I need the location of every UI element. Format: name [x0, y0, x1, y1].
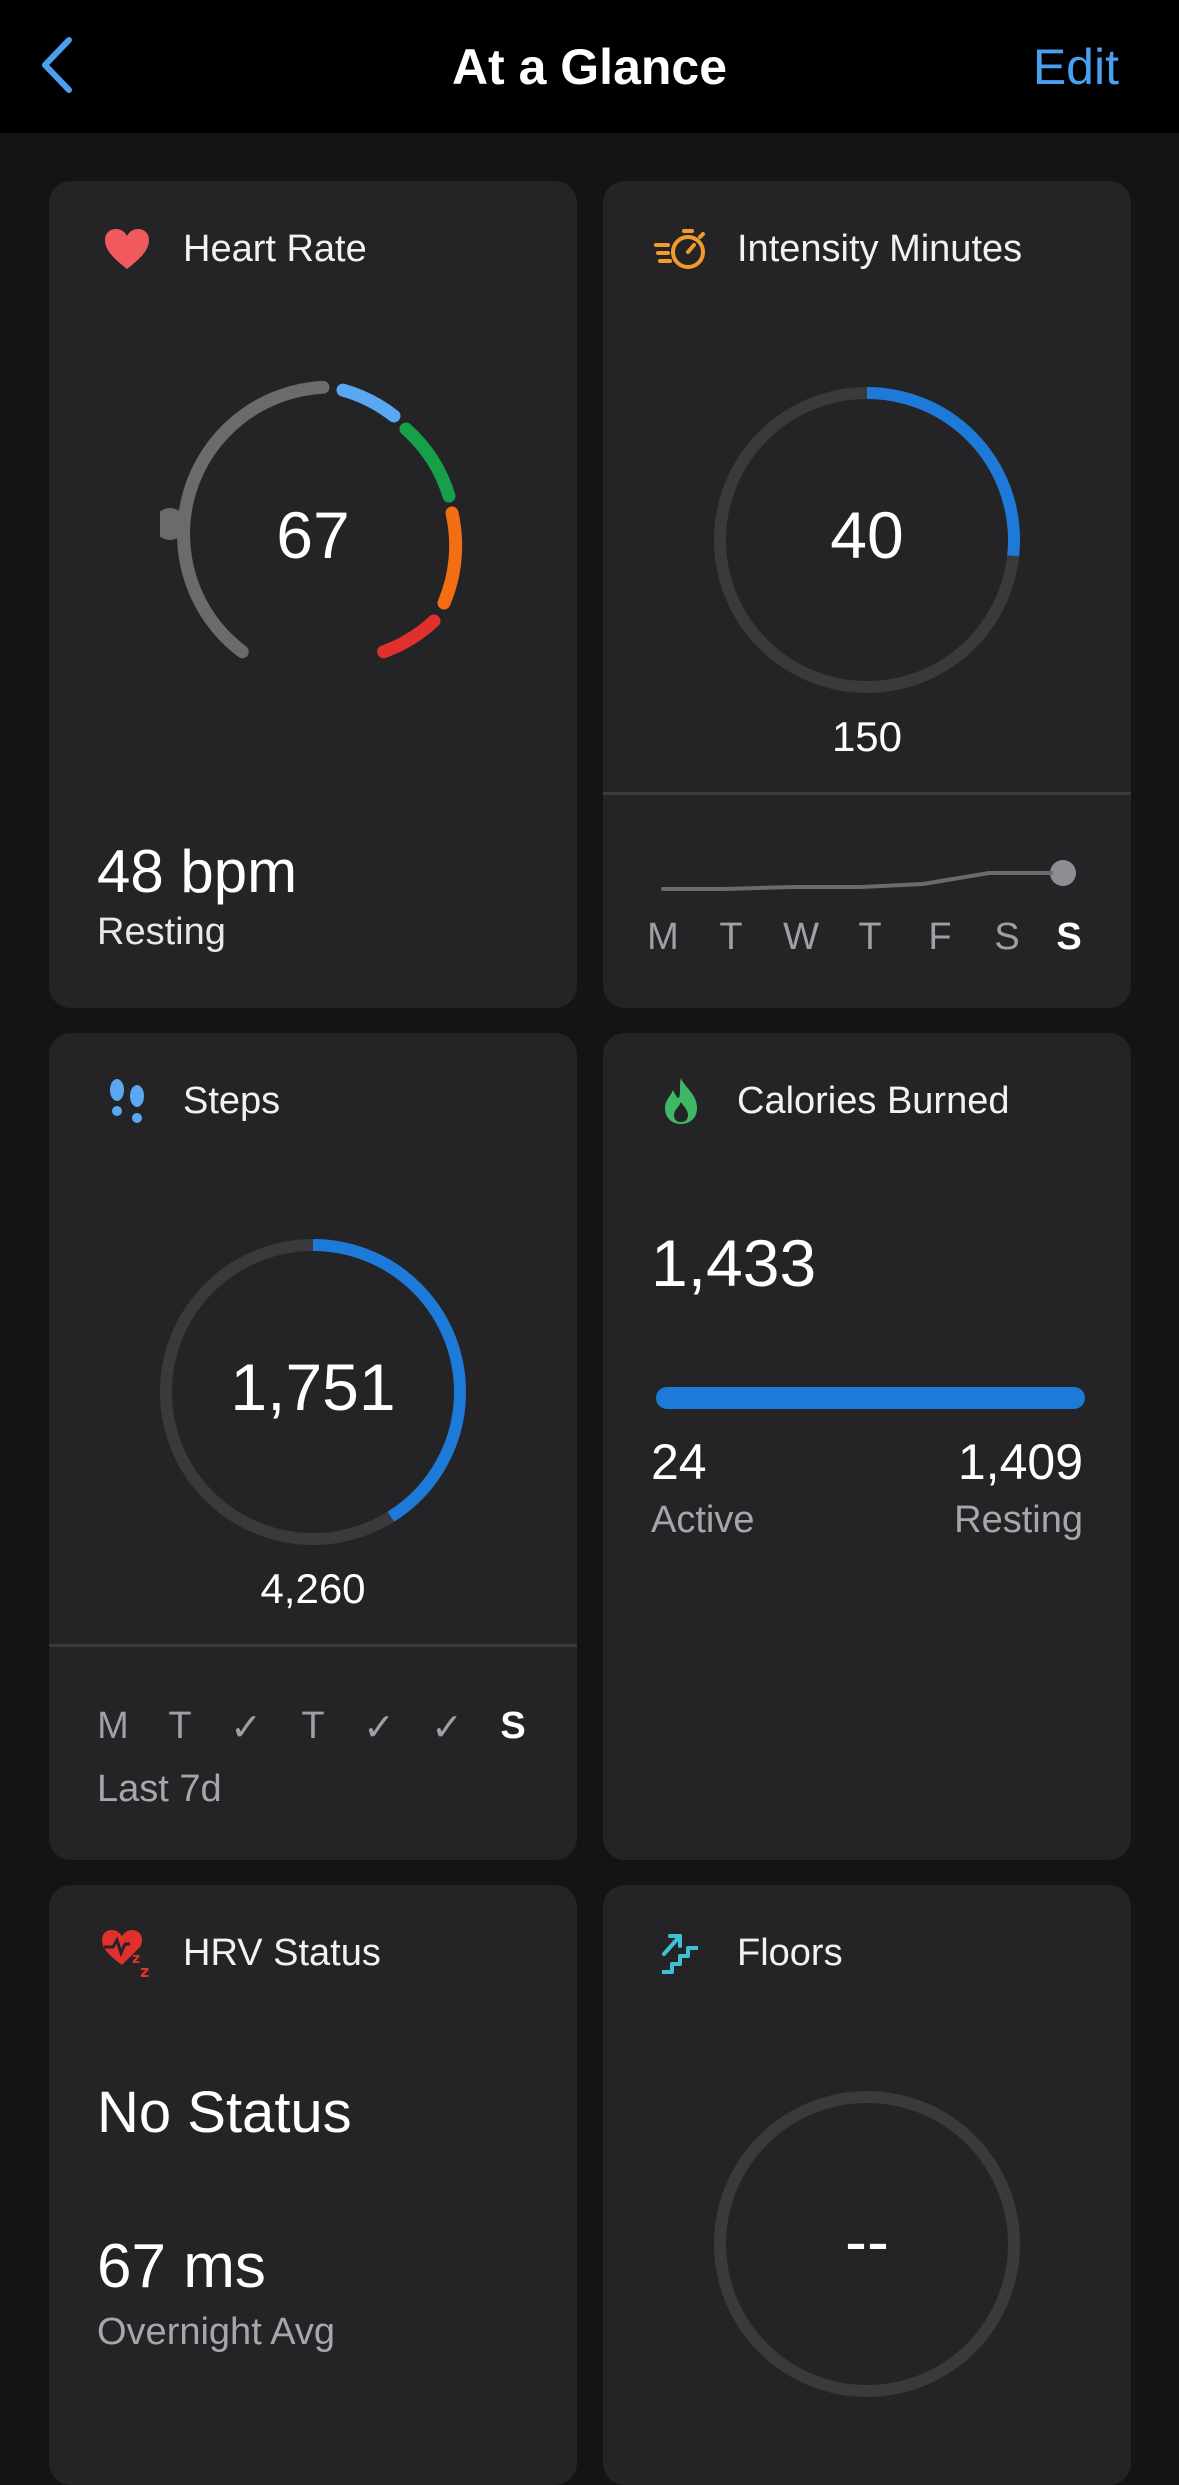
intensity-minutes-value: 40	[830, 498, 904, 572]
period-label: Last 7d	[97, 1768, 222, 1810]
resting-heart-rate-label: Resting	[97, 911, 226, 953]
chevron-left-icon	[42, 37, 72, 93]
day-label: S	[994, 916, 1020, 958]
stairs-icon	[653, 1925, 709, 1981]
day-label: T	[168, 1705, 192, 1747]
heart-sleep-icon: z z	[99, 1925, 155, 1981]
svg-text:z: z	[132, 1951, 140, 1967]
card-header: Calories Burned	[653, 1071, 1009, 1131]
day-label: T	[301, 1705, 325, 1747]
card-title: Steps	[183, 1079, 281, 1122]
goal-met-check: ✓	[230, 1707, 262, 1749]
intensity-minutes-card[interactable]: Intensity Minutes 40 150 M T W T F S S	[603, 181, 1131, 1008]
day-label: M	[97, 1705, 129, 1747]
resting-heart-rate-value: 48 bpm	[97, 838, 298, 905]
goal-met-check: ✓	[363, 1707, 395, 1749]
card-header: Steps	[99, 1071, 280, 1131]
day-label: T	[858, 916, 882, 958]
card-title: HRV Status	[183, 1931, 381, 1974]
active-calories-value: 24	[651, 1434, 707, 1490]
card-title: Intensity Minutes	[737, 227, 1023, 270]
footprints-icon	[99, 1073, 155, 1129]
day-label: W	[783, 916, 819, 958]
card-header: Intensity Minutes	[653, 219, 1022, 279]
divider	[49, 1644, 577, 1647]
calories-bar	[656, 1387, 1085, 1409]
hrv-status-value: No Status	[97, 2080, 352, 2145]
hrv-status-card[interactable]: z z HRV Status No Status 67 ms Overnight…	[49, 1885, 577, 2485]
intensity-weekly-trend	[661, 860, 1076, 891]
calories-total: 1,433	[651, 1226, 817, 1300]
heart-rate-card[interactable]: Heart Rate 67 48 bpm Resting	[49, 181, 577, 1008]
day-label-today: S	[500, 1705, 526, 1747]
page-title: At a Glance	[451, 38, 728, 95]
day-label: M	[647, 916, 679, 958]
steps-goal: 4,260	[260, 1565, 366, 1612]
hrv-overnight-value: 67 ms	[97, 2232, 266, 2301]
steps-card[interactable]: Steps 1,751 4,260 M T ✓ T ✓ ✓ S Last 7d	[49, 1033, 577, 1860]
card-title: Heart Rate	[183, 227, 367, 270]
intensity-minutes-goal: 150	[831, 713, 903, 760]
top-bar: At a Glance Edit	[0, 0, 1179, 133]
hrv-overnight-label: Overnight Avg	[97, 2311, 336, 2353]
flame-icon	[653, 1073, 709, 1129]
day-label: F	[928, 916, 952, 958]
svg-text:z: z	[140, 1962, 149, 1979]
resting-calories-value: 1,409	[957, 1434, 1083, 1490]
heart-icon	[99, 221, 155, 277]
card-header: Floors	[653, 1923, 843, 1983]
card-header: Heart Rate	[99, 219, 367, 279]
active-calories-label: Active	[651, 1499, 755, 1541]
edit-button[interactable]: Edit	[1033, 36, 1119, 98]
floors-card[interactable]: Floors --	[603, 1885, 1131, 2485]
card-header: z z HRV Status	[99, 1923, 381, 1983]
calories-burned-card[interactable]: Calories Burned 1,433 24 Active 1,409 Re…	[603, 1033, 1131, 1860]
heart-rate-current: 67	[276, 498, 350, 572]
card-title: Calories Burned	[737, 1079, 1010, 1122]
day-label: T	[719, 916, 743, 958]
steps-value: 1,751	[230, 1350, 396, 1424]
stopwatch-icon	[653, 221, 709, 277]
back-button[interactable]	[30, 30, 84, 100]
goal-met-check: ✓	[431, 1707, 463, 1749]
card-title: Floors	[737, 1931, 843, 1974]
divider	[603, 792, 1131, 795]
floors-value: --	[845, 2204, 889, 2278]
day-label-today: S	[1056, 916, 1082, 958]
resting-calories-label: Resting	[954, 1499, 1083, 1541]
